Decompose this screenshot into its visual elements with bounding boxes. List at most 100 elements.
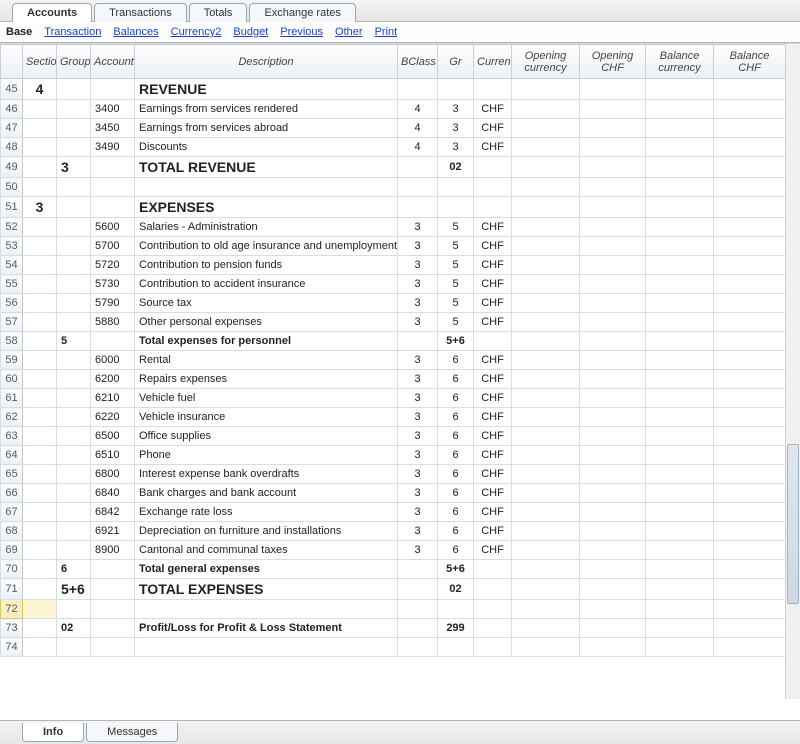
- cell-group[interactable]: 5: [57, 332, 91, 351]
- cell-group[interactable]: [57, 541, 91, 560]
- cell-group[interactable]: [57, 275, 91, 294]
- cell-bal_cur[interactable]: [646, 294, 714, 313]
- cell-gr[interactable]: 5: [438, 294, 474, 313]
- cell-bclass[interactable]: 3: [398, 237, 438, 256]
- cell-gr[interactable]: 6: [438, 427, 474, 446]
- table-row[interactable]: 7302Profit/Loss for Profit & Loss Statem…: [1, 619, 786, 638]
- cell-currency[interactable]: [474, 157, 512, 178]
- col-header-bal_cur[interactable]: Balance currency: [646, 45, 714, 79]
- cell-group[interactable]: [57, 256, 91, 275]
- cell-rownum[interactable]: 66: [1, 484, 23, 503]
- cell-account[interactable]: 8900: [91, 541, 135, 560]
- cell-currency[interactable]: CHF: [474, 351, 512, 370]
- table-row[interactable]: 483490Discounts43CHF: [1, 138, 786, 157]
- cell-bal_cur[interactable]: [646, 541, 714, 560]
- cell-open_chf[interactable]: [580, 560, 646, 579]
- cell-bclass[interactable]: [398, 560, 438, 579]
- cell-account[interactable]: [91, 600, 135, 619]
- cell-section[interactable]: [23, 579, 57, 600]
- cell-bal_cur[interactable]: [646, 484, 714, 503]
- cell-bal_chf[interactable]: [714, 100, 786, 119]
- table-row[interactable]: 698900Cantonal and communal taxes36CHF: [1, 541, 786, 560]
- cell-bal_chf[interactable]: [714, 408, 786, 427]
- cell-open_cur[interactable]: [512, 408, 580, 427]
- cell-currency[interactable]: CHF: [474, 237, 512, 256]
- cell-currency[interactable]: CHF: [474, 138, 512, 157]
- cell-section[interactable]: 4: [23, 79, 57, 100]
- cell-section[interactable]: [23, 560, 57, 579]
- cell-currency[interactable]: CHF: [474, 503, 512, 522]
- cell-section[interactable]: [23, 619, 57, 638]
- cell-account[interactable]: 5720: [91, 256, 135, 275]
- cell-section[interactable]: [23, 408, 57, 427]
- cell-currency[interactable]: [474, 560, 512, 579]
- cell-open_cur[interactable]: [512, 619, 580, 638]
- cell-description[interactable]: Rental: [135, 351, 398, 370]
- scrollbar-thumb[interactable]: [787, 444, 799, 604]
- cell-bal_cur[interactable]: [646, 370, 714, 389]
- cell-rownum[interactable]: 67: [1, 503, 23, 522]
- cell-currency[interactable]: [474, 197, 512, 218]
- cell-currency[interactable]: CHF: [474, 484, 512, 503]
- cell-group[interactable]: [57, 638, 91, 657]
- cell-rownum[interactable]: 46: [1, 100, 23, 119]
- cell-open_chf[interactable]: [580, 427, 646, 446]
- cell-open_chf[interactable]: [580, 465, 646, 484]
- cell-gr[interactable]: 02: [438, 579, 474, 600]
- cell-bclass[interactable]: [398, 638, 438, 657]
- cell-bal_chf[interactable]: [714, 79, 786, 100]
- cell-section[interactable]: [23, 138, 57, 157]
- cell-rownum[interactable]: 51: [1, 197, 23, 218]
- col-header-bal_chf[interactable]: Balance CHF: [714, 45, 786, 79]
- cell-open_cur[interactable]: [512, 197, 580, 218]
- cell-currency[interactable]: CHF: [474, 522, 512, 541]
- cell-section[interactable]: 3: [23, 197, 57, 218]
- top-tab-totals[interactable]: Totals: [189, 3, 248, 22]
- cell-open_chf[interactable]: [580, 579, 646, 600]
- cell-currency[interactable]: CHF: [474, 465, 512, 484]
- cell-bclass[interactable]: 3: [398, 389, 438, 408]
- cell-description[interactable]: Contribution to accident insurance: [135, 275, 398, 294]
- cell-rownum[interactable]: 63: [1, 427, 23, 446]
- table-row[interactable]: 596000Rental36CHF: [1, 351, 786, 370]
- cell-account[interactable]: 5790: [91, 294, 135, 313]
- cell-group[interactable]: [57, 218, 91, 237]
- cell-open_chf[interactable]: [580, 446, 646, 465]
- col-header-account[interactable]: Account: [91, 45, 135, 79]
- cell-section[interactable]: [23, 119, 57, 138]
- subnav-link-currency2[interactable]: Currency2: [171, 26, 222, 38]
- cell-currency[interactable]: CHF: [474, 389, 512, 408]
- cell-gr[interactable]: 3: [438, 119, 474, 138]
- cell-open_chf[interactable]: [580, 408, 646, 427]
- cell-open_chf[interactable]: [580, 157, 646, 178]
- cell-section[interactable]: [23, 100, 57, 119]
- cell-account[interactable]: 5880: [91, 313, 135, 332]
- cell-account[interactable]: [91, 638, 135, 657]
- cell-bclass[interactable]: [398, 178, 438, 197]
- cell-open_chf[interactable]: [580, 119, 646, 138]
- table-row[interactable]: 50: [1, 178, 786, 197]
- table-row[interactable]: 72: [1, 600, 786, 619]
- cell-group[interactable]: [57, 465, 91, 484]
- cell-gr[interactable]: 6: [438, 465, 474, 484]
- cell-account[interactable]: 5730: [91, 275, 135, 294]
- cell-bal_cur[interactable]: [646, 351, 714, 370]
- bottom-tab-info[interactable]: Info: [22, 723, 84, 742]
- top-tab-accounts[interactable]: Accounts: [12, 3, 92, 22]
- cell-open_chf[interactable]: [580, 294, 646, 313]
- cell-description[interactable]: Contribution to pension funds: [135, 256, 398, 275]
- cell-section[interactable]: [23, 256, 57, 275]
- cell-bal_cur[interactable]: [646, 256, 714, 275]
- cell-bal_cur[interactable]: [646, 275, 714, 294]
- cell-bal_chf[interactable]: [714, 351, 786, 370]
- cell-description[interactable]: [135, 600, 398, 619]
- table-row[interactable]: 715+6TOTAL EXPENSES02: [1, 579, 786, 600]
- cell-bclass[interactable]: 3: [398, 465, 438, 484]
- cell-account[interactable]: 6000: [91, 351, 135, 370]
- cell-group[interactable]: [57, 484, 91, 503]
- cell-open_cur[interactable]: [512, 522, 580, 541]
- cell-open_cur[interactable]: [512, 218, 580, 237]
- cell-description[interactable]: Earnings from services rendered: [135, 100, 398, 119]
- table-row[interactable]: 676842Exchange rate loss36CHF: [1, 503, 786, 522]
- cell-open_chf[interactable]: [580, 541, 646, 560]
